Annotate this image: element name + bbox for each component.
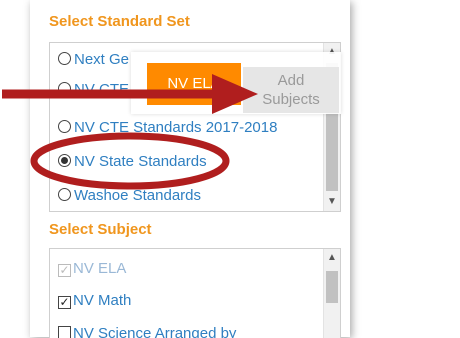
arrow-annotation-icon xyxy=(2,74,258,114)
annotation-overlay xyxy=(2,74,258,190)
ellipse-annotation-icon xyxy=(30,132,230,190)
